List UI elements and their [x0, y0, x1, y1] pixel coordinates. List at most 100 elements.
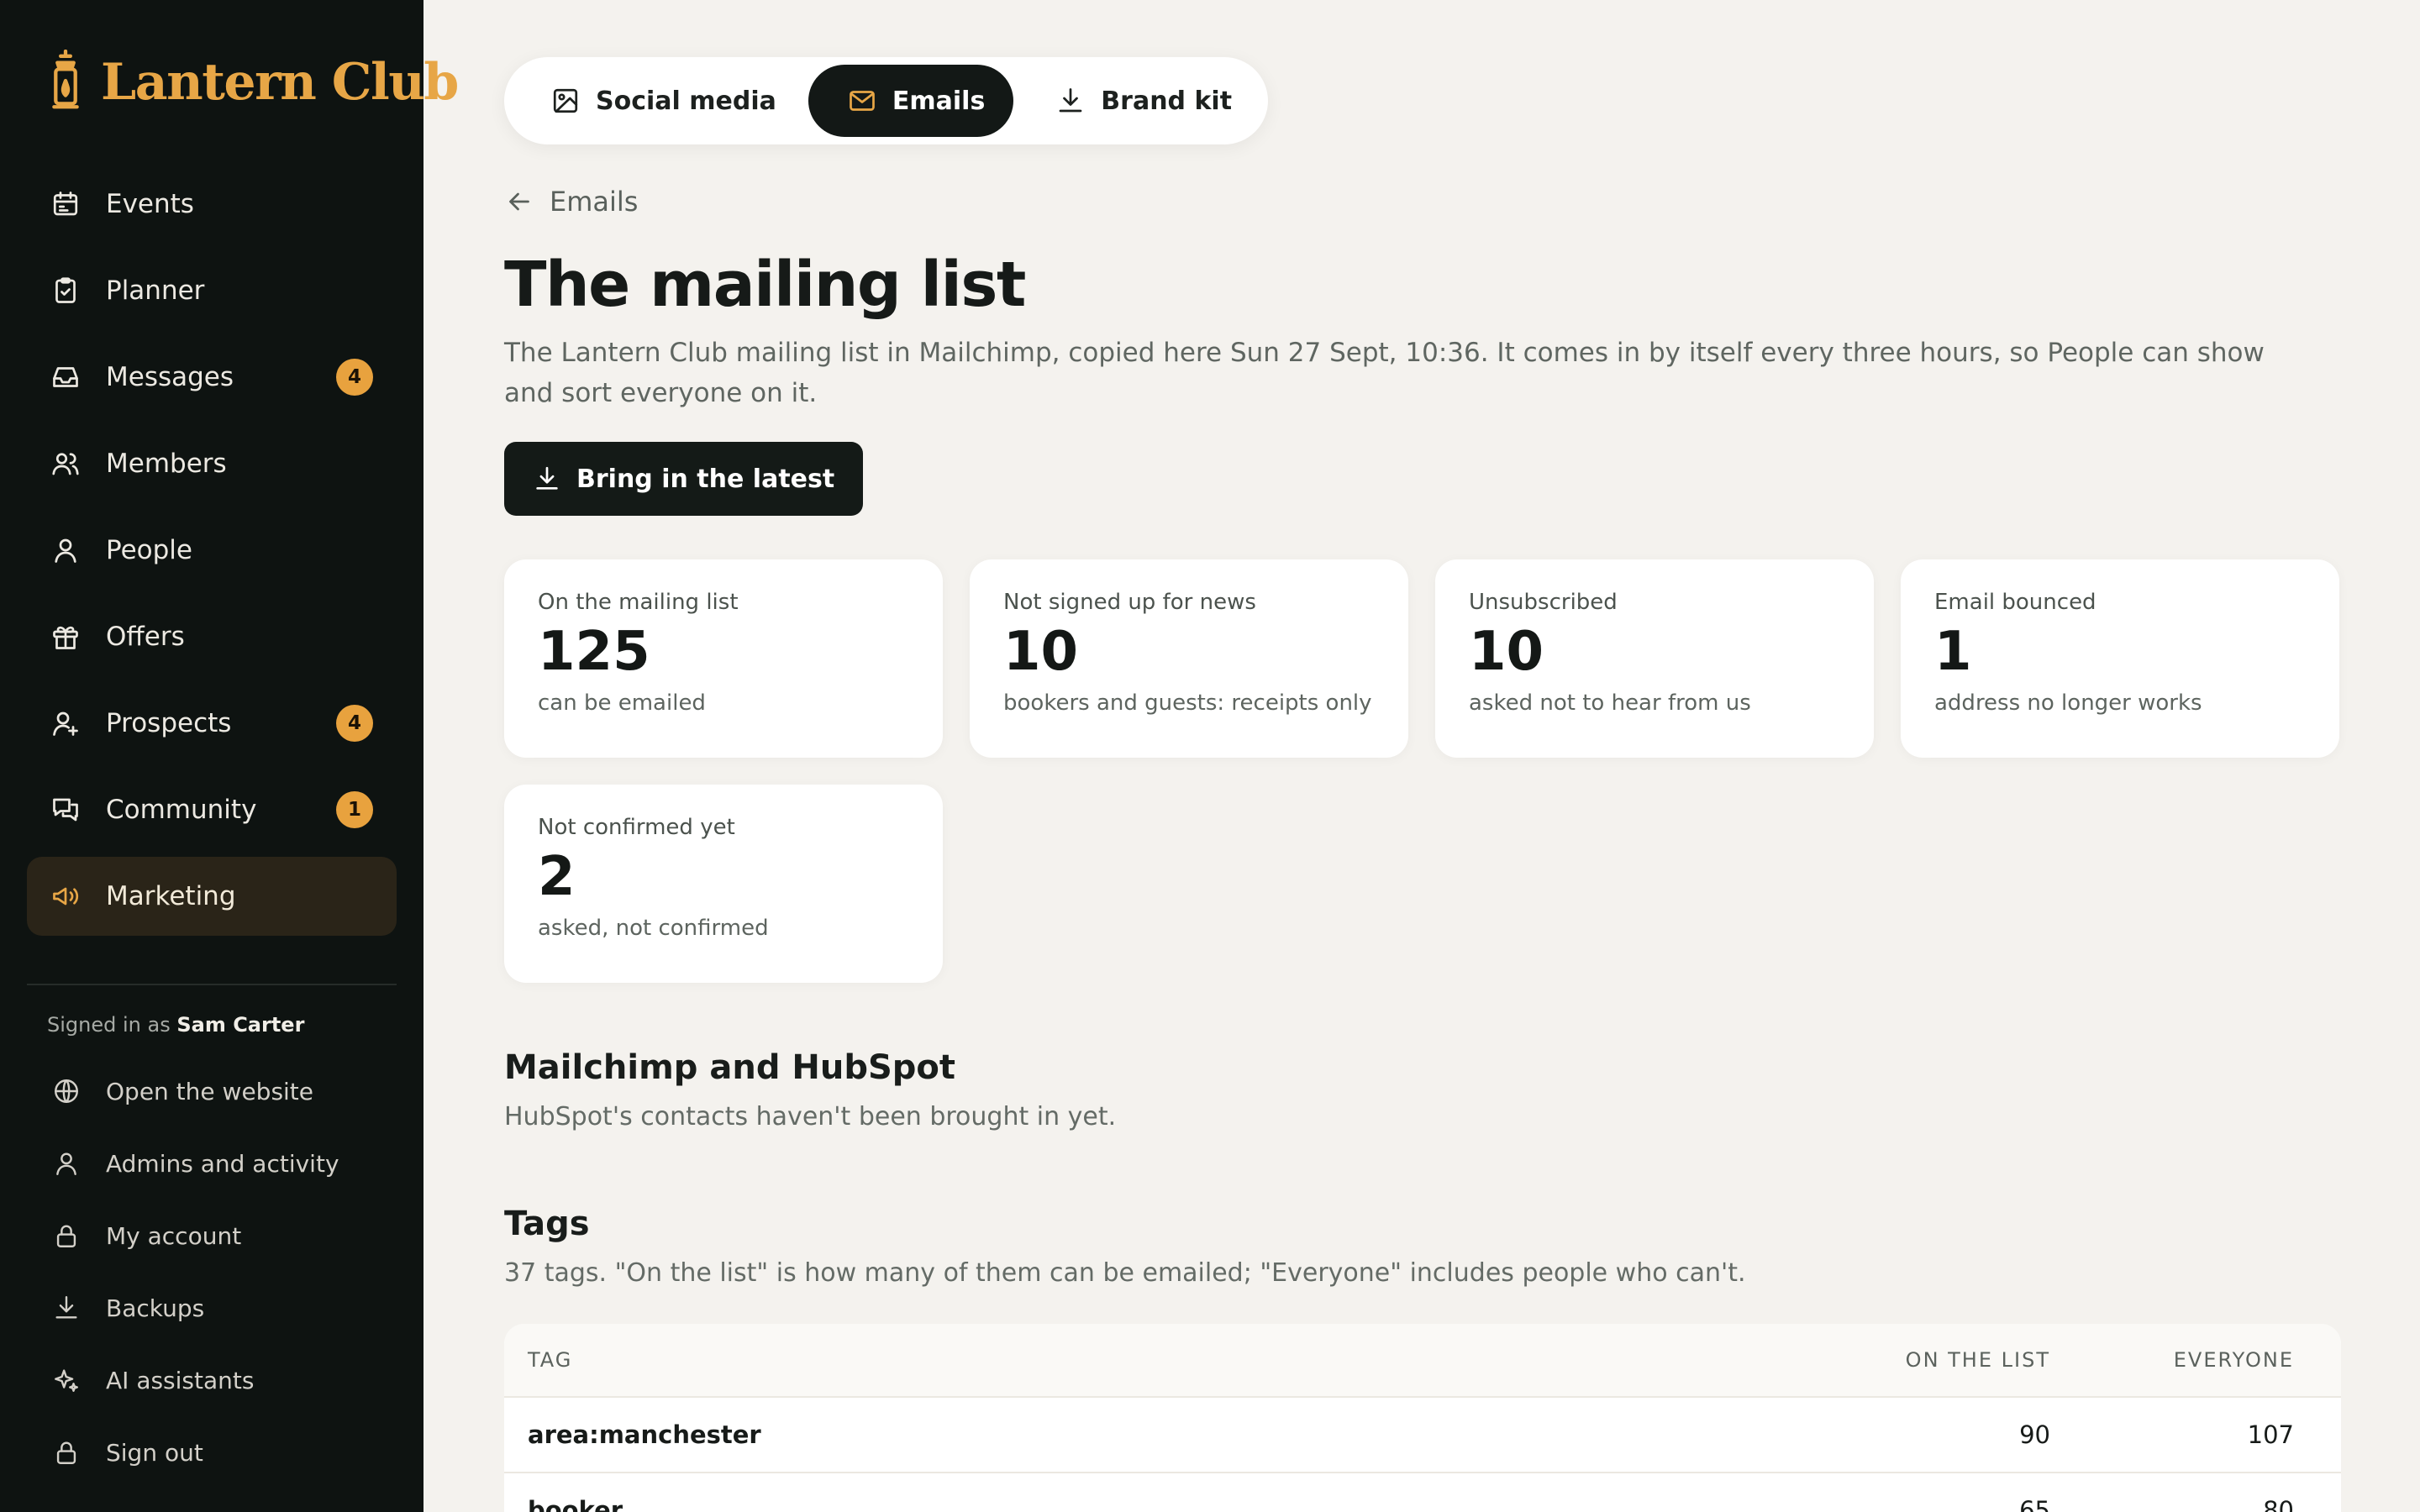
download-icon: [533, 465, 561, 493]
tab-label: Emails: [892, 86, 986, 116]
back-label: Emails: [550, 186, 639, 218]
stat-card-unsubscribed: Unsubscribed 10 asked not to hear from u…: [1435, 559, 1874, 758]
column-header-tag[interactable]: TAG: [504, 1348, 1765, 1372]
tab-emails[interactable]: Emails: [808, 65, 1014, 137]
arrow-left-icon: [504, 186, 534, 217]
sidebar-link-label: AI assistants: [106, 1366, 255, 1394]
page-description: The Lantern Club mailing list in Mailchi…: [504, 338, 2265, 408]
back-link[interactable]: Emails: [504, 181, 638, 222]
globe-icon: [52, 1077, 81, 1105]
sidebar-item-community[interactable]: Community 1: [27, 770, 397, 849]
community-count-badge: 1: [336, 791, 373, 828]
stat-label: On the mailing list: [538, 590, 739, 615]
stat-value: 10: [1003, 621, 1079, 683]
lock-icon: [52, 1221, 81, 1250]
column-header-everyone[interactable]: EVERYONE: [2050, 1348, 2317, 1372]
megaphone-icon: [50, 881, 81, 911]
stat-card-on-list: On the mailing list 125 can be emailed: [504, 559, 943, 758]
stat-value: 10: [1469, 621, 1544, 683]
sidebar-link-label: My account: [106, 1221, 242, 1250]
clipboard-check-icon: [50, 276, 81, 306]
prospects-count-badge: 4: [336, 705, 373, 742]
brand-name: Lantern Club: [101, 53, 459, 112]
sidebar-item-offers[interactable]: Offers: [27, 597, 397, 676]
sidebar-link-open-website[interactable]: Open the website: [27, 1055, 397, 1127]
sidebar-item-label: Offers: [106, 622, 185, 652]
sidebar-footer-nav: Open the website Admins and activity My …: [27, 1055, 397, 1488]
tag-on-list-count: 65: [2019, 1496, 2050, 1512]
stat-label: Not confirmed yet: [538, 815, 735, 840]
tag-name: booker: [528, 1496, 623, 1512]
messages-count-badge: 4: [336, 359, 373, 396]
table-row[interactable]: area:manchester 90 107: [504, 1398, 2341, 1473]
signed-in-info: Signed in as Sam Carter: [47, 1013, 304, 1037]
chat-bubbles-icon: [50, 795, 81, 825]
sidebar-item-label: Messages: [106, 362, 234, 392]
sync-section-text: HubSpot's contacts haven't been brought …: [504, 1102, 1117, 1131]
stat-sub: bookers and guests: receipts only: [1003, 690, 1372, 716]
sidebar: Lantern Club Events Planner Messages 4 M…: [0, 0, 459, 1512]
stat-card-bounced: Email bounced 1 address no longer works: [1901, 559, 2339, 758]
gift-icon: [50, 622, 81, 652]
stat-label: Not signed up for news: [1003, 590, 1256, 615]
inbox-icon: [50, 362, 81, 392]
sidebar-item-marketing[interactable]: Marketing: [27, 857, 397, 936]
sidebar-nav: Events Planner Messages 4 Members People…: [27, 165, 397, 943]
tab-social-media[interactable]: Social media: [512, 65, 805, 137]
marketing-tabs: Social media Emails Brand kit: [504, 57, 1269, 144]
sidebar-item-members[interactable]: Members: [27, 424, 397, 503]
sidebar-link-sign-out[interactable]: Sign out: [27, 1416, 397, 1488]
tag-on-list-count: 90: [2019, 1420, 2050, 1449]
bring-in-latest-button[interactable]: Bring in the latest: [504, 442, 864, 516]
sidebar-item-prospects[interactable]: Prospects 4: [27, 684, 397, 763]
sidebar-item-label: Marketing: [106, 881, 236, 911]
user-icon: [52, 1149, 81, 1178]
sidebar-link-label: Backups: [106, 1294, 205, 1322]
tab-label: Brand kit: [1101, 86, 1233, 116]
sidebar-item-label: Members: [106, 449, 227, 479]
sidebar-divider: [27, 984, 397, 985]
sidebar-link-ai-assistants[interactable]: AI assistants: [27, 1344, 397, 1416]
signed-in-user: Sam Carter: [176, 1013, 305, 1037]
sidebar-link-label: Sign out: [106, 1438, 203, 1467]
download-icon: [52, 1294, 81, 1322]
sparkles-icon: [52, 1366, 81, 1394]
sidebar-link-label: Open the website: [106, 1077, 314, 1105]
stat-label: Unsubscribed: [1469, 590, 1618, 615]
sidebar-item-planner[interactable]: Planner: [27, 251, 397, 330]
sidebar-item-label: Planner: [106, 276, 205, 306]
sidebar-item-label: Community: [106, 795, 257, 825]
column-header-on-list[interactable]: ON THE LIST: [1765, 1348, 2050, 1372]
sync-section-title: Mailchimp and HubSpot: [504, 1048, 956, 1087]
user-icon: [50, 535, 81, 565]
stat-sub: can be emailed: [538, 690, 706, 716]
signed-in-prefix: Signed in as: [47, 1013, 171, 1037]
tags-section-text: 37 tags. "On the list" is how many of th…: [504, 1258, 1746, 1288]
image-icon: [550, 86, 581, 116]
tab-brand-kit[interactable]: Brand kit: [1017, 65, 1260, 137]
tag-everyone-count: 107: [2247, 1420, 2294, 1449]
sidebar-link-backups[interactable]: Backups: [27, 1272, 397, 1344]
mail-icon: [847, 86, 877, 116]
tab-label: Social media: [596, 86, 776, 116]
user-plus-icon: [50, 708, 81, 738]
sidebar-item-events[interactable]: Events: [27, 165, 397, 244]
sidebar-item-label: Prospects: [106, 708, 232, 738]
sidebar-item-label: Events: [106, 189, 194, 219]
table-row[interactable]: booker 65 80: [504, 1473, 2341, 1512]
page-title: The mailing list: [504, 249, 1026, 321]
brand-logo[interactable]: Lantern Club: [49, 47, 459, 118]
sidebar-item-people[interactable]: People: [27, 511, 397, 590]
sidebar-item-messages[interactable]: Messages 4: [27, 338, 397, 417]
main-content: Social media Emails Brand kit Emails The…: [504, 0, 2344, 1512]
stat-sub: asked, not confirmed: [538, 916, 769, 941]
sidebar-link-label: Admins and activity: [106, 1149, 339, 1178]
stat-card-not-signed-up: Not signed up for news 10 bookers and gu…: [970, 559, 1408, 758]
sidebar-link-my-account[interactable]: My account: [27, 1200, 397, 1272]
stat-sub: asked not to hear from us: [1469, 690, 1751, 716]
sidebar-link-admins[interactable]: Admins and activity: [27, 1127, 397, 1200]
stat-label: Email bounced: [1934, 590, 2096, 615]
tags-section-title: Tags: [504, 1205, 590, 1243]
download-icon: [1055, 86, 1086, 116]
stat-value: 125: [538, 621, 650, 683]
